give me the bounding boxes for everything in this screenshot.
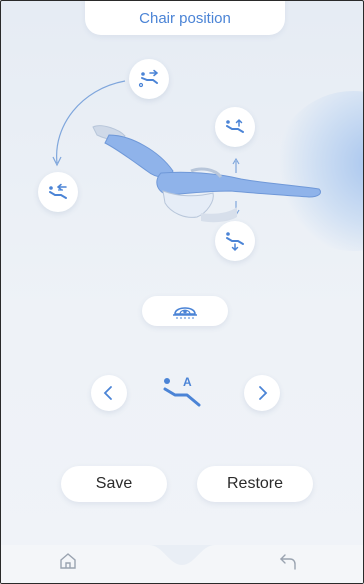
chair-down-icon <box>226 232 244 252</box>
dental-light-icon <box>173 307 197 319</box>
chair-up-button[interactable] <box>215 107 255 147</box>
back-button[interactable] <box>279 552 297 575</box>
chair-illustration <box>52 80 322 223</box>
chair-down-button[interactable] <box>215 221 255 261</box>
chair-return-preset-icon <box>49 183 67 199</box>
chevron-left-icon <box>103 386 112 400</box>
dental-light-button[interactable] <box>142 296 228 326</box>
back-icon <box>280 554 296 570</box>
current-position-indicator: A <box>157 371 211 415</box>
home-button[interactable] <box>59 552 77 575</box>
preset-2-button[interactable] <box>38 172 78 212</box>
chevron-right-icon <box>259 386 268 400</box>
position-letter: A <box>183 375 192 389</box>
home-icon <box>60 553 76 569</box>
restore-button[interactable]: Restore <box>197 466 313 502</box>
app-frame: Chair position A Save Restore <box>0 0 364 584</box>
chair-recline-preset-icon <box>138 69 159 88</box>
page-title: Chair position <box>85 1 285 35</box>
save-button[interactable]: Save <box>61 466 167 502</box>
previous-position-button[interactable] <box>91 375 127 411</box>
chair-up-icon <box>226 118 244 133</box>
bottom-notch <box>1 545 363 583</box>
next-position-button[interactable] <box>244 375 280 411</box>
preset-1-button[interactable] <box>129 59 169 99</box>
bottom-navigation <box>1 545 363 583</box>
